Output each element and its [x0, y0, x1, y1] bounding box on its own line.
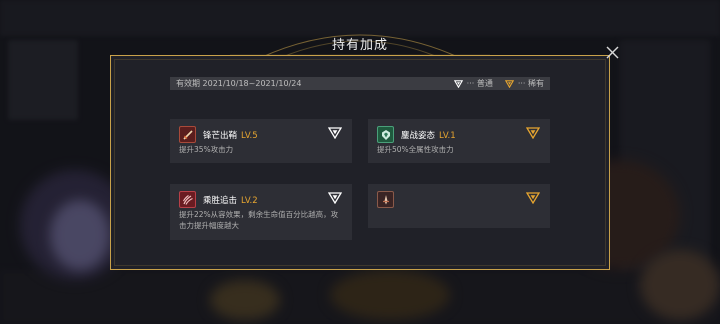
bonus-name: 鏖战姿态 — [401, 131, 436, 141]
bonus-name: 锋芒出鞘 — [203, 131, 238, 141]
legend-rare-label: ··· 稀有 — [517, 79, 544, 88]
bonus-card-title: 乘胜追击 LV.2 — [203, 194, 258, 206]
triangle-gold-icon — [526, 192, 540, 204]
validity-bar: 有效期 2021/10/18~2021/10/24 ··· 普通 ··· 稀有 — [170, 77, 550, 90]
triangle-white-icon — [328, 192, 342, 204]
legend-normal-label: ··· 普通 — [466, 79, 493, 88]
bonus-level: LV.2 — [241, 196, 258, 206]
sword-icon — [179, 126, 196, 143]
bonus-card[interactable]: 乘胜追击 LV.2 提升22%从容效果，剩余生命值百分比越高，攻击力提升幅度越大 — [170, 184, 352, 240]
bonus-description: 提升22%从容效果，剩余生命值百分比越高，攻击力提升幅度越大 — [179, 210, 339, 230]
legend-rare: ··· 稀有 — [504, 78, 544, 89]
close-icon — [606, 46, 618, 58]
claw-icon — [179, 191, 196, 208]
bonus-description: 提升35%攻击力 — [179, 145, 234, 154]
shield-emblem-icon — [377, 126, 394, 143]
bonus-card[interactable]: 鏖战姿态 LV.1 提升50%全属性攻击力 — [368, 119, 550, 163]
bonus-card-title: 锋芒出鞘 LV.5 — [203, 129, 258, 141]
triangle-gold-icon — [526, 127, 540, 139]
bonus-card-title: 鏖战姿态 LV.1 — [401, 129, 456, 141]
dialog-title: 持有加成 — [230, 32, 490, 54]
dagger-icon — [377, 191, 394, 208]
bonus-card-title — [401, 194, 405, 204]
close-button[interactable] — [604, 44, 620, 60]
triangle-white-icon — [453, 79, 463, 88]
validity-period: 有效期 2021/10/18~2021/10/24 — [176, 79, 302, 88]
bonus-card[interactable] — [368, 184, 550, 228]
bonus-description: 提升50%全属性攻击力 — [377, 145, 454, 154]
triangle-gold-icon — [504, 79, 514, 88]
bonus-level: LV.1 — [439, 131, 456, 141]
dialog-title-text: 持有加成 — [331, 37, 388, 53]
legend-normal: ··· 普通 — [453, 78, 493, 89]
bonus-name: 乘胜追击 — [203, 196, 238, 206]
triangle-white-icon — [328, 127, 342, 139]
bonus-card[interactable]: 锋芒出鞘 LV.5 提升35%攻击力 — [170, 119, 352, 163]
bonus-level: LV.5 — [241, 131, 258, 141]
